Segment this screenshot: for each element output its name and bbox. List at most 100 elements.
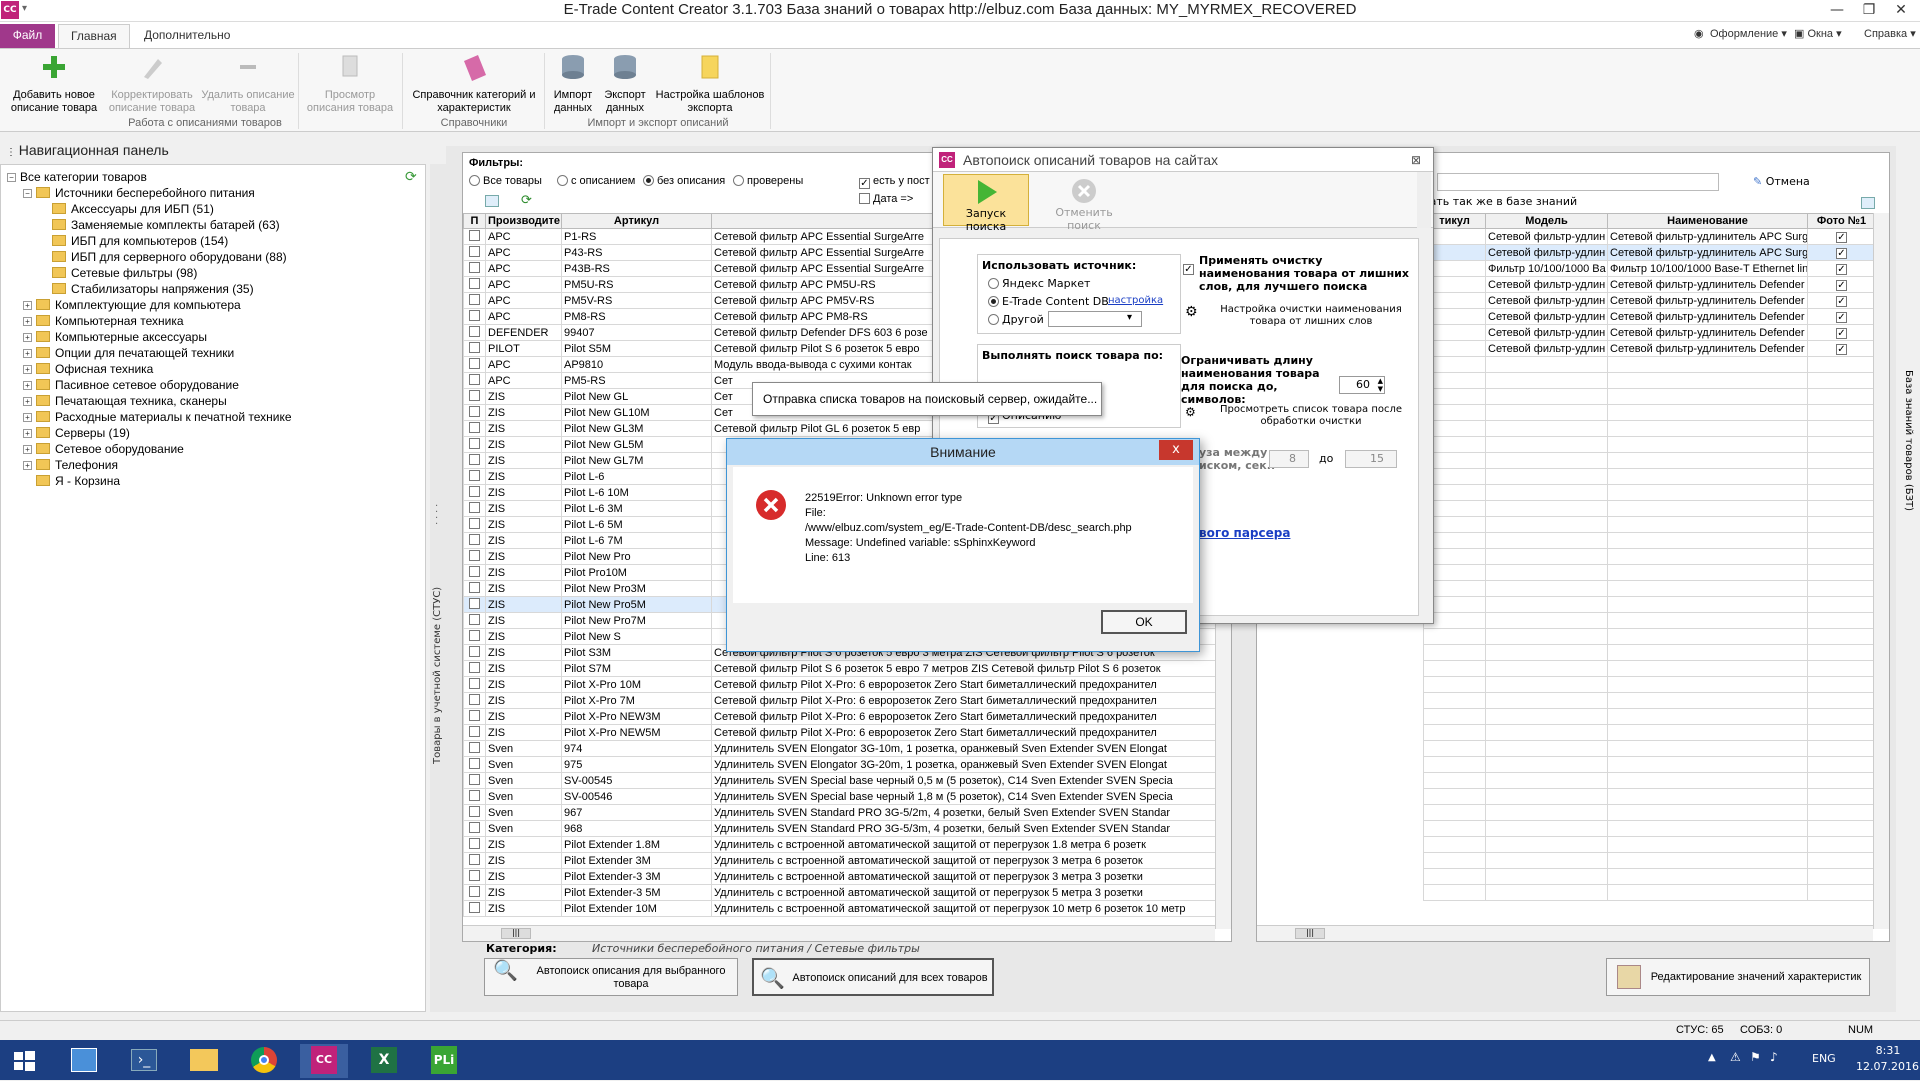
expand-icon[interactable]: + <box>23 397 32 406</box>
menu-design[interactable]: Оформление ▾ <box>1710 27 1787 40</box>
checkbox-icon[interactable] <box>469 758 480 769</box>
col-header-sku[interactable]: Артикул <box>561 213 712 229</box>
checkbox-checked-icon[interactable]: ✓ <box>1836 248 1847 259</box>
cell-photo[interactable] <box>1807 452 1876 469</box>
row-check-cell[interactable] <box>463 740 486 757</box>
table-row[interactable] <box>1423 740 1876 757</box>
cell-photo[interactable] <box>1807 756 1876 773</box>
expand-icon[interactable]: + <box>23 317 32 326</box>
row-check-cell[interactable] <box>463 596 486 613</box>
splitter-grip[interactable]: · · · · <box>435 502 438 530</box>
checkbox-checked-icon[interactable]: ✓ <box>1836 280 1847 291</box>
cell-photo[interactable] <box>1807 628 1876 645</box>
tree-item[interactable]: Заменяемые комплекты батарей (63) <box>39 217 280 233</box>
table-row[interactable] <box>1423 724 1876 741</box>
table-row[interactable] <box>1423 452 1876 469</box>
tree-item[interactable]: Стабилизаторы напряжения (35) <box>39 281 254 297</box>
checkbox-icon[interactable] <box>469 582 480 593</box>
cell-photo[interactable] <box>1807 804 1876 821</box>
row-check-cell[interactable] <box>463 356 486 373</box>
table-row[interactable] <box>1423 516 1876 533</box>
table-row[interactable] <box>1423 580 1876 597</box>
table-row[interactable]: Sven 968 Удлинитель SVEN Standard PRO 3G-5… <box>463 820 1216 837</box>
table-row[interactable] <box>1423 420 1876 437</box>
table-row[interactable] <box>1423 708 1876 725</box>
server-manager-icon[interactable] <box>60 1044 108 1078</box>
table-row[interactable] <box>1423 548 1876 565</box>
table-row[interactable] <box>1423 644 1876 661</box>
file-explorer-icon[interactable] <box>180 1044 228 1078</box>
tree-item[interactable]: ИБП для серверного оборудовани (88) <box>39 249 287 265</box>
checkbox-icon[interactable] <box>469 454 480 465</box>
row-check-cell[interactable] <box>463 676 486 693</box>
col-header-photo[interactable]: Фото №1 <box>1807 213 1876 229</box>
cell-photo[interactable] <box>1807 612 1876 629</box>
cell-photo[interactable] <box>1807 500 1876 517</box>
checkbox-checked-icon[interactable]: ✓ <box>1836 328 1847 339</box>
row-check-cell[interactable] <box>463 404 486 421</box>
table-row[interactable]: Sven 974 Удлинитель SVEN Elongator 3G-10m,… <box>463 740 1216 757</box>
cell-photo[interactable] <box>1807 532 1876 549</box>
table-row[interactable]: Сетевой фильтр-удлин Сетевой фильтр-удлин… <box>1423 292 1876 309</box>
checkbox-icon[interactable] <box>469 486 480 497</box>
table-row[interactable] <box>1423 388 1876 405</box>
language-indicator[interactable]: ENG <box>1812 1052 1836 1065</box>
row-check-cell[interactable] <box>463 868 486 885</box>
row-check-cell[interactable] <box>463 580 486 597</box>
checkbox-icon[interactable] <box>469 422 480 433</box>
grid-settings-icon[interactable] <box>485 195 499 207</box>
checkbox-icon[interactable] <box>469 438 480 449</box>
table-row[interactable] <box>1423 436 1876 453</box>
expand-icon[interactable]: + <box>23 461 32 470</box>
checkbox-icon[interactable] <box>469 390 480 401</box>
table-row[interactable] <box>1423 612 1876 629</box>
checkbox-icon[interactable] <box>469 246 480 257</box>
cell-photo[interactable] <box>1807 644 1876 661</box>
row-check-cell[interactable] <box>463 308 486 325</box>
table-row[interactable] <box>1423 500 1876 517</box>
minimize-button[interactable]: — <box>1822 0 1852 20</box>
tree-item[interactable]: + Опции для печатающей техники <box>23 345 234 361</box>
expand-icon[interactable]: + <box>23 333 32 342</box>
cell-photo[interactable] <box>1807 852 1876 869</box>
clock-date[interactable]: 12.07.2016 <box>1856 1060 1919 1073</box>
row-check-cell[interactable] <box>463 804 486 821</box>
table-row[interactable] <box>1423 628 1876 645</box>
cell-photo[interactable] <box>1807 436 1876 453</box>
table-row[interactable] <box>1423 820 1876 837</box>
table-row[interactable] <box>1423 404 1876 421</box>
checkbox-icon[interactable] <box>469 694 480 705</box>
expand-icon[interactable]: + <box>23 349 32 358</box>
edit-characteristics-button[interactable]: Редактирование значений характеристик <box>1606 958 1870 996</box>
filter-without[interactable]: без описания <box>643 175 725 187</box>
row-check-cell[interactable] <box>463 756 486 773</box>
chrome-icon[interactable] <box>240 1044 288 1078</box>
col-header-vendor[interactable]: Производите <box>485 213 562 229</box>
table-row[interactable] <box>1423 660 1876 677</box>
table-row[interactable] <box>1423 868 1876 885</box>
close-icon[interactable]: ⊠ <box>1411 148 1421 172</box>
row-check-cell[interactable] <box>463 708 486 725</box>
cell-photo[interactable] <box>1807 356 1876 373</box>
checkbox-icon[interactable] <box>469 326 480 337</box>
expand-icon[interactable]: + <box>23 445 32 454</box>
row-check-cell[interactable] <box>463 484 486 501</box>
expand-icon[interactable]: + <box>23 429 32 438</box>
tab-file[interactable]: Файл <box>0 24 55 48</box>
import-button[interactable]: Импорт данных <box>548 51 598 115</box>
cell-photo[interactable]: ✓ <box>1807 228 1876 245</box>
col-header-model[interactable]: Модель <box>1485 213 1608 229</box>
cell-photo[interactable]: ✓ <box>1807 260 1876 277</box>
checkbox-icon[interactable] <box>469 278 480 289</box>
table-row[interactable] <box>1423 852 1876 869</box>
powershell-icon[interactable]: ›_ <box>120 1044 168 1078</box>
checkbox-icon[interactable] <box>469 262 480 273</box>
cell-photo[interactable] <box>1807 692 1876 709</box>
table-row[interactable]: ZIS Pilot X-Pro 7M Сетевой фильтр Pilot X-… <box>463 692 1216 709</box>
tree-item[interactable]: + Пасивное сетевое оборудование <box>23 377 239 393</box>
checkbox-icon[interactable] <box>469 678 480 689</box>
checkbox-checked-icon[interactable]: ✓ <box>1836 232 1847 243</box>
row-check-cell[interactable] <box>463 772 486 789</box>
menu-help[interactable]: Справка ▾ <box>1864 27 1916 40</box>
filter-has-in[interactable]: ✓ есть у пост <box>859 175 930 189</box>
